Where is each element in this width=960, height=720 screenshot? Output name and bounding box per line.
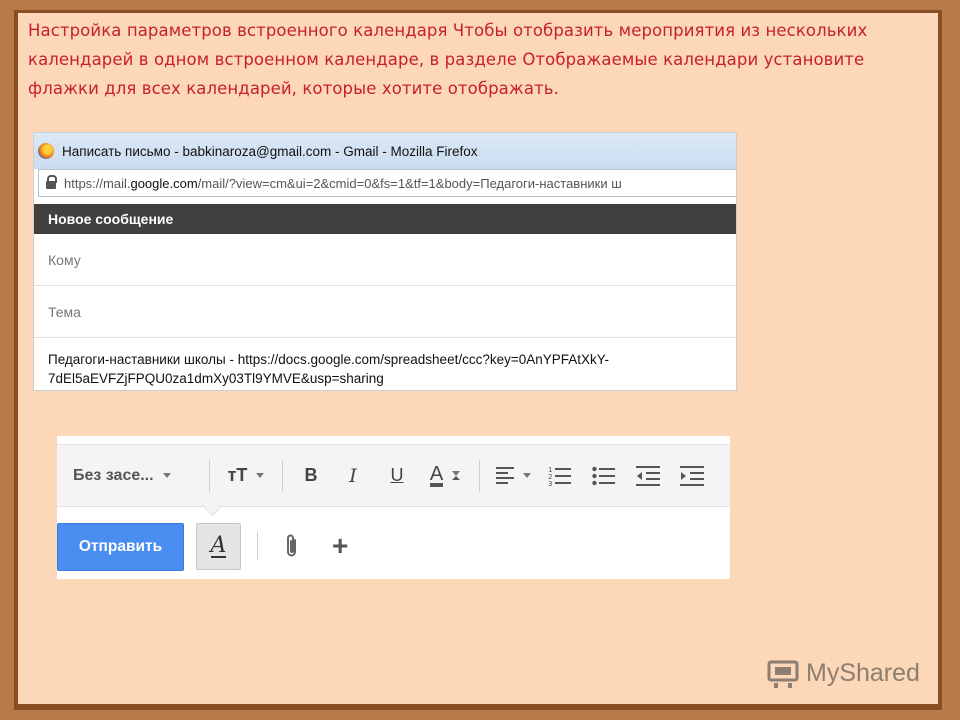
attach-file-button[interactable]: [284, 533, 300, 564]
firefox-icon: [38, 143, 54, 159]
myshared-logo-icon: [767, 660, 799, 688]
align-left-icon: [495, 467, 514, 484]
chevron-down-icon: [522, 473, 531, 478]
bold-button[interactable]: B: [291, 456, 331, 496]
url-rest: /mail/?view=cm&ui=2&cmid=0&fs=1&tf=1&bod…: [197, 175, 622, 191]
window-title: Написать письмо - babkinaroza@gmail.com …: [62, 143, 478, 159]
indent-more-icon: [680, 465, 704, 486]
toolbar-divider: [479, 459, 480, 492]
message-body[interactable]: Педагоги-наставники школы - https://docs…: [34, 338, 736, 388]
increase-indent-button[interactable]: [670, 456, 714, 496]
bulleted-list-button[interactable]: [582, 456, 626, 496]
watermark-text: MyShared: [806, 658, 920, 687]
toolbar-divider: [257, 532, 258, 560]
formatting-toolbar: Без засе... тT B I U A 123: [57, 444, 730, 507]
bold-icon: B: [304, 465, 318, 485]
chevron-down-icon: [452, 471, 461, 480]
watermark: MyShared: [766, 656, 920, 690]
toolbar-divider: [209, 459, 210, 492]
numbered-list-button[interactable]: 123: [538, 456, 582, 496]
align-button[interactable]: [488, 456, 538, 496]
decrease-indent-button[interactable]: [626, 456, 670, 496]
font-size-button[interactable]: тT: [218, 456, 274, 496]
window-titlebar: Написать письмо - babkinaroza@gmail.com …: [34, 133, 736, 169]
url-prefix: https://mail.: [64, 175, 131, 191]
body-line: Педагоги-наставники школы - https://docs…: [48, 352, 610, 367]
more-options-button[interactable]: +: [332, 530, 348, 562]
body-line: 7dEl5aEVFZjFPQU0za1dmXy03Tl9YMVE&usp=sha…: [48, 371, 384, 386]
compose-header: Новое сообщение: [34, 204, 736, 234]
subject-field[interactable]: Тема: [34, 286, 736, 338]
browser-window-screenshot: Написать письмо - babkinaroza@gmail.com …: [34, 133, 736, 390]
underline-icon: U: [390, 465, 404, 485]
italic-button[interactable]: I: [331, 456, 375, 496]
url-domain: google.com: [130, 175, 198, 191]
text-color-button[interactable]: A: [419, 456, 471, 496]
text-size-icon: тT: [227, 465, 248, 485]
address-bar[interactable]: https://mail. google.com/mail/?view=cm&ui…: [38, 169, 736, 197]
lock-icon: [46, 175, 57, 189]
svg-text:3: 3: [548, 480, 552, 487]
chevron-down-icon: [162, 473, 171, 478]
send-button[interactable]: Отправить: [57, 523, 184, 571]
formatting-options-button[interactable]: A: [196, 523, 241, 570]
indent-less-icon: [636, 465, 660, 486]
toolbar-divider: [282, 459, 283, 492]
underline-button[interactable]: U: [375, 456, 419, 496]
slide-caption: Настройка параметров встроенного календа…: [28, 21, 868, 98]
chevron-down-icon: [256, 473, 265, 478]
paperclip-icon: [287, 534, 296, 557]
italic-icon: I: [349, 464, 357, 487]
font-name: Без засе...: [73, 466, 154, 484]
numbered-list-icon: 123: [548, 466, 571, 487]
font-select[interactable]: Без засе...: [57, 456, 201, 496]
compose-toolbar-screenshot: Без засе... тT B I U A 123 Отправить A +: [57, 436, 730, 579]
text-color-icon: A: [429, 462, 444, 487]
formatting-icon: A: [210, 532, 227, 558]
to-field[interactable]: Кому: [34, 234, 736, 286]
bulleted-list-icon: [592, 466, 615, 485]
